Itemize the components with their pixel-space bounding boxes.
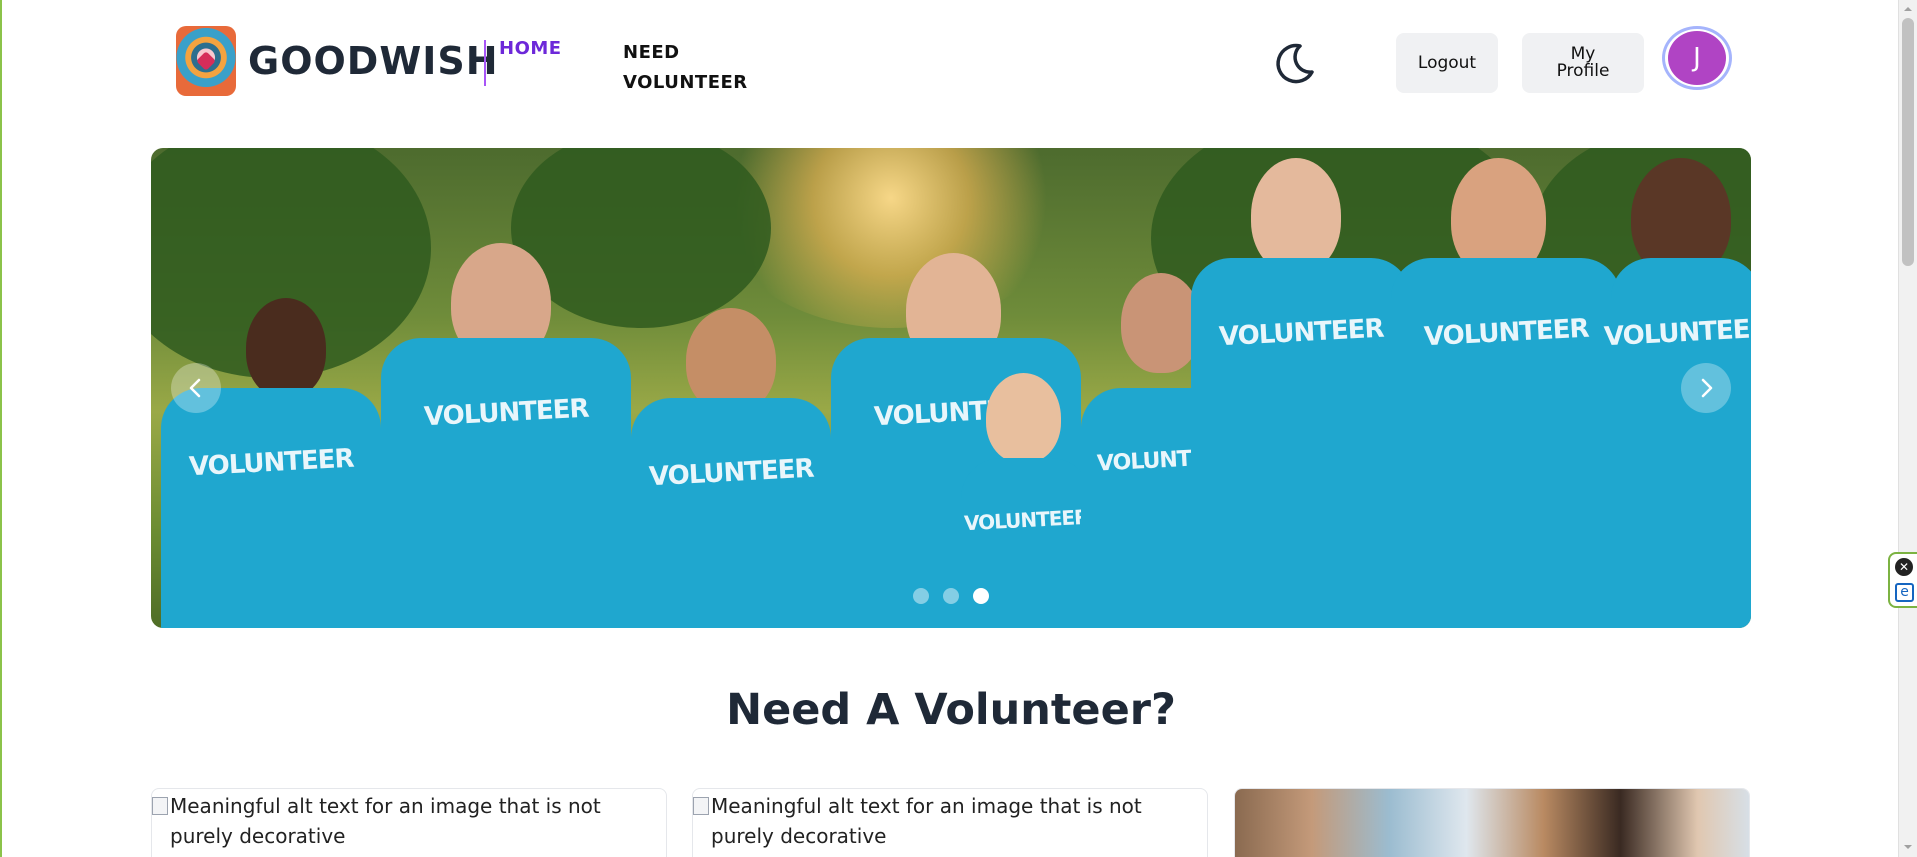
scroll-up-arrow-icon[interactable] <box>1901 2 1915 16</box>
carousel-dot[interactable] <box>943 588 959 604</box>
chevron-left-icon <box>189 378 201 398</box>
hero-person: VOLUNTEER <box>631 298 831 628</box>
broken-image-icon <box>152 797 168 815</box>
scroll-down-arrow-icon[interactable] <box>1901 840 1915 854</box>
extension-e-icon[interactable]: e <box>1895 583 1914 602</box>
close-icon[interactable]: ✕ <box>1895 558 1913 576</box>
moon-icon[interactable] <box>1270 40 1318 88</box>
broken-image-icon <box>693 797 709 815</box>
logo-emblem-icon <box>176 26 236 96</box>
volunteer-card[interactable] <box>1234 788 1750 857</box>
nav-divider <box>484 40 486 86</box>
hero-carousel: VOLUNTEER VOLUNTEER VOLUNTEER VOLUNTEER … <box>151 148 1751 628</box>
card-image-broken: Meaningful alt text for an image that is… <box>152 789 666 851</box>
hero-person: VOLUNTEER <box>1191 158 1411 628</box>
hero-person: VOLUNTEER <box>1391 158 1621 628</box>
scrollbar-thumb[interactable] <box>1902 18 1914 266</box>
volunteer-card[interactable]: Meaningful alt text for an image that is… <box>151 788 667 857</box>
avatar[interactable]: J <box>1662 26 1732 90</box>
nav-home-link[interactable]: HOME <box>499 38 562 59</box>
nav-need-volunteer-link[interactable]: NEED VOLUNTEER <box>623 38 753 98</box>
card-image-broken: Meaningful alt text for an image that is… <box>693 789 1207 851</box>
chevron-right-icon <box>1701 378 1713 398</box>
card-image-alt-text: Meaningful alt text for an image that is… <box>711 794 1142 848</box>
card-image <box>1235 789 1749 857</box>
hero-person: VOLUNTEER <box>381 238 631 628</box>
side-widget: ✕ e <box>1888 552 1917 608</box>
avatar-initial: J <box>1668 31 1726 85</box>
carousel-next-button[interactable] <box>1681 363 1731 413</box>
volunteer-card[interactable]: Meaningful alt text for an image that is… <box>692 788 1208 857</box>
carousel-indicators <box>913 588 989 604</box>
carousel-dot[interactable] <box>913 588 929 604</box>
brand-name: GOODWISH <box>248 39 499 83</box>
carousel-prev-button[interactable] <box>171 363 221 413</box>
carousel-dot-active[interactable] <box>973 588 989 604</box>
hero-person: VOLUNTEER <box>151 288 381 628</box>
section-title: Need A Volunteer? <box>726 685 1176 735</box>
logout-button[interactable]: Logout <box>1396 33 1498 93</box>
my-profile-button[interactable]: My Profile <box>1522 33 1644 93</box>
page: GOODWISH HOME NEED VOLUNTEER Logout My P… <box>0 0 1898 857</box>
brand-logo[interactable]: GOODWISH <box>176 26 499 96</box>
card-image-alt-text: Meaningful alt text for an image that is… <box>170 794 601 848</box>
